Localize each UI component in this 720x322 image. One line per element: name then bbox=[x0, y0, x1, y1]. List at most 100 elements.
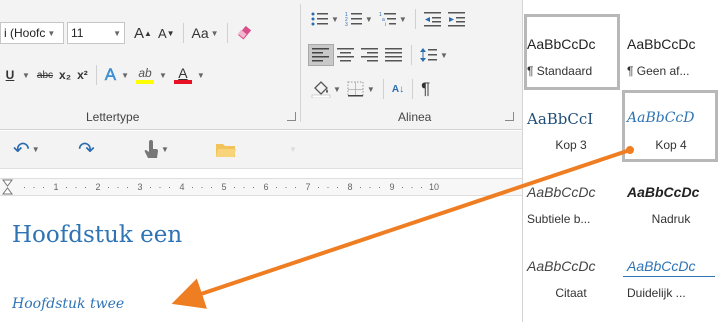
touch-mode-icon bbox=[144, 140, 158, 158]
ruler-dots: · · · bbox=[359, 182, 383, 192]
eraser-icon bbox=[237, 25, 251, 40]
ruler-dots: · · · bbox=[191, 182, 215, 192]
font-name-value: i (Hoofc bbox=[4, 26, 46, 40]
grow-font-icon: A bbox=[134, 24, 145, 42]
strikethrough-label: abc bbox=[36, 69, 54, 81]
divider bbox=[412, 79, 414, 99]
hover-style-frame bbox=[622, 90, 718, 162]
multilevel-list-button[interactable]: 1 a i ▼ bbox=[376, 8, 410, 30]
show-formatting-button[interactable]: ¶ bbox=[418, 78, 433, 100]
ruler-dots: · · · bbox=[233, 182, 257, 192]
style-nadruk[interactable]: AaBbCcDc Nadruk bbox=[623, 162, 719, 240]
borders-button[interactable]: ▼ bbox=[344, 78, 378, 100]
shading-button[interactable]: ▼ bbox=[308, 78, 344, 100]
increase-indent-button[interactable] bbox=[445, 8, 469, 30]
highlight-button[interactable]: ab bbox=[133, 64, 157, 86]
font-dialog-launcher-icon[interactable] bbox=[287, 112, 296, 121]
underline-button[interactable]: U bbox=[0, 64, 20, 86]
clear-formatting-button[interactable] bbox=[233, 22, 257, 44]
customize-toolbar-icon[interactable]: ▼ bbox=[289, 145, 297, 154]
ruler-number: 3 bbox=[137, 182, 143, 192]
chevron-down-icon: ▼ bbox=[398, 14, 407, 24]
subscript-label: x₂ bbox=[59, 68, 72, 82]
numbering-button[interactable]: 1 2 3 ▼ bbox=[342, 8, 376, 30]
ruler-number: 6 bbox=[263, 182, 269, 192]
style-sample: AaBbCcDc bbox=[627, 36, 696, 52]
redo-button[interactable]: ↷ bbox=[75, 138, 98, 161]
align-right-icon bbox=[361, 48, 378, 62]
style-geen-afstand[interactable]: AaBbCcDc ¶ Geen af... bbox=[623, 14, 719, 92]
paragraph-dialog-launcher-icon[interactable] bbox=[505, 112, 514, 121]
font-color-button[interactable]: A bbox=[171, 64, 195, 86]
grow-font-button[interactable]: A ▲ bbox=[131, 22, 155, 44]
line-spacing-icon bbox=[420, 48, 437, 62]
style-citaat[interactable]: AaBbCcDc Citaat bbox=[523, 236, 619, 314]
ruler-dots: · · · bbox=[23, 182, 47, 192]
highlight-color-bar bbox=[136, 79, 154, 84]
ruler-dots: · · · bbox=[275, 182, 299, 192]
undo-button[interactable]: ↶ ▼ bbox=[10, 138, 43, 161]
subscript-button[interactable]: x₂ bbox=[56, 64, 74, 86]
line-spacing-button[interactable]: ▼ bbox=[417, 44, 451, 66]
superscript-button[interactable]: x² bbox=[74, 64, 91, 86]
style-sample: AaBbCcDc bbox=[527, 184, 596, 200]
chevron-down-icon: ▼ bbox=[31, 144, 40, 154]
ribbon: i (Hoofc ▼ 11 ▼ A ▲ A ▼ Aa ▼ U ▼ abc x₂ … bbox=[0, 0, 522, 130]
style-sample: AaBbCcDc bbox=[527, 258, 596, 274]
svg-text:i: i bbox=[385, 22, 386, 27]
divider bbox=[414, 9, 416, 29]
ruler-number: 10 bbox=[428, 182, 439, 192]
change-case-button[interactable]: Aa ▼ bbox=[189, 22, 222, 44]
ruler-dots: · · · bbox=[401, 182, 425, 192]
style-duidelijk-citaat[interactable]: AaBbCcDc Duidelijk ... bbox=[623, 236, 719, 314]
style-kop-3[interactable]: AaBbCcI Kop 3 bbox=[523, 88, 619, 166]
font-size-box[interactable]: 11 ▼ bbox=[67, 22, 125, 44]
styles-gallery: AaBbCcDc ¶ Standaard AaBbCcDc ¶ Geen af.… bbox=[522, 0, 720, 322]
sort-icon: A↓ bbox=[391, 83, 405, 95]
ruler-dots: · · · bbox=[65, 182, 89, 192]
strikethrough-button[interactable]: abc bbox=[34, 64, 56, 86]
superscript-label: x² bbox=[77, 68, 88, 82]
justify-icon bbox=[385, 48, 402, 62]
paragraph-row-3: ▼ ▼ A↓ ¶ bbox=[308, 78, 433, 100]
touch-mode-button[interactable]: ▼ bbox=[140, 138, 172, 160]
multilevel-list-icon: 1 a i bbox=[379, 12, 396, 27]
heading-2[interactable]: Hoofdstuk twee bbox=[12, 296, 124, 312]
horizontal-ruler[interactable]: · · · 1 · · · 2 · · · 3 · · · 4 · · · 5 · · · 6 · · … bbox=[0, 178, 522, 196]
undo-icon: ↶ bbox=[13, 138, 30, 161]
sort-button[interactable]: A↓ bbox=[389, 78, 407, 100]
folder-icon bbox=[216, 144, 236, 157]
ruler-number: 2 bbox=[95, 182, 101, 192]
heading-1[interactable]: Hoofdstuk een bbox=[12, 222, 182, 248]
style-name: Citaat bbox=[555, 286, 587, 300]
style-subtiele-benadrukking[interactable]: AaBbCcDc Subtiele b... bbox=[523, 162, 619, 240]
decrease-indent-icon bbox=[423, 12, 441, 27]
text-effects-icon: A bbox=[104, 65, 117, 85]
align-left-icon bbox=[312, 48, 329, 62]
chevron-down-icon: ▼ bbox=[364, 14, 373, 24]
style-name: Subtiele b... bbox=[527, 212, 591, 226]
quick-access-toolbar: ↶ ▼ ↷ ▼ ▼ bbox=[0, 131, 522, 169]
style-name: Kop 3 bbox=[555, 138, 587, 152]
shrink-font-button[interactable]: A ▼ bbox=[155, 22, 178, 44]
ruler-number: 4 bbox=[179, 182, 185, 192]
chevron-down-icon: ▼ bbox=[22, 70, 30, 80]
open-button[interactable] bbox=[212, 139, 240, 161]
borders-icon bbox=[347, 81, 364, 97]
chevron-down-icon: ▼ bbox=[121, 70, 129, 80]
highlight-icon: ab bbox=[138, 65, 152, 80]
align-right-button[interactable] bbox=[358, 44, 382, 66]
indent-marker-icon[interactable] bbox=[2, 179, 14, 195]
align-left-button[interactable] bbox=[308, 44, 334, 66]
text-effects-button[interactable]: A bbox=[102, 64, 119, 86]
divider bbox=[382, 79, 384, 99]
paragraph-group-label: Alinea bbox=[398, 110, 432, 124]
bullets-button[interactable]: ▼ bbox=[308, 8, 342, 30]
paragraph-row-1: ▼ 1 2 3 ▼ 1 a i ▼ bbox=[308, 8, 469, 30]
style-sample: AaBbCcI bbox=[527, 110, 594, 128]
align-center-button[interactable] bbox=[334, 44, 358, 66]
style-name: Nadruk bbox=[651, 212, 691, 226]
justify-button[interactable] bbox=[382, 44, 406, 66]
font-name-box[interactable]: i (Hoofc ▼ bbox=[0, 22, 64, 44]
decrease-indent-button[interactable] bbox=[421, 8, 445, 30]
